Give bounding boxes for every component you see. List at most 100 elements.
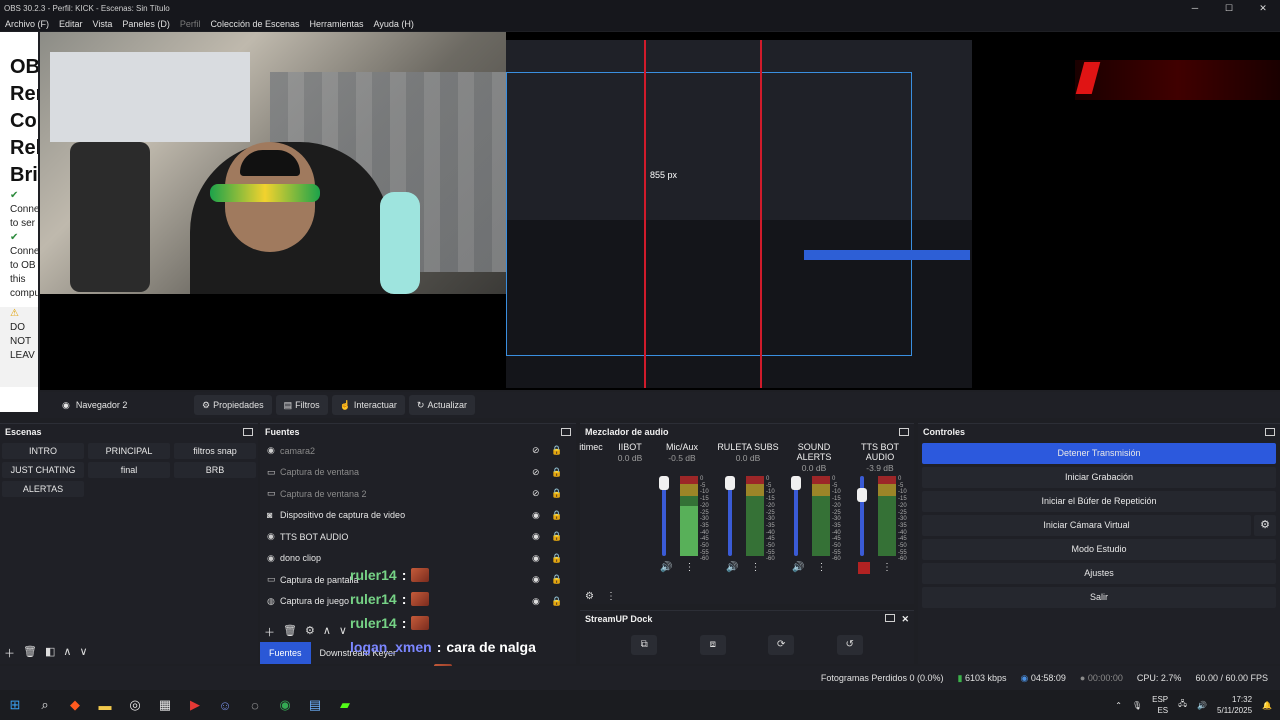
start-replay-buffer-button[interactable]: Iniciar el Búfer de Repetición xyxy=(922,491,1276,512)
mixer-menu-icon[interactable]: ⋮ xyxy=(606,591,616,602)
source-item[interactable]: ▭ Captura de ventana 2 ⊘ 🔒 xyxy=(260,483,576,505)
lock-icon[interactable]: 🔒 xyxy=(551,531,562,542)
float-dock-icon[interactable] xyxy=(899,428,909,436)
stop-stream-button[interactable]: Detener Transmisión xyxy=(922,443,1276,464)
close-icon[interactable]: ✕ xyxy=(901,614,909,625)
menu-paneles[interactable]: Paneles (D) xyxy=(117,19,175,29)
clock[interactable]: 17:32 5/11/2025 xyxy=(1217,694,1252,716)
move-down-icon[interactable]: ∨ xyxy=(339,624,347,640)
start-recording-button[interactable]: Iniciar Grabación xyxy=(922,467,1276,488)
speaker-icon[interactable]: 🔊 xyxy=(726,562,738,573)
float-dock-icon[interactable] xyxy=(561,428,571,436)
fader-knob[interactable] xyxy=(857,488,867,502)
lock-icon[interactable]: 🔒 xyxy=(551,574,562,585)
menu-ayuda[interactable]: Ayuda (H) xyxy=(369,19,419,29)
settings-button[interactable]: Ajustes xyxy=(922,563,1276,584)
obs-icon[interactable]: ◎ xyxy=(120,690,150,720)
scene-final[interactable]: final xyxy=(88,462,170,478)
lock-icon[interactable]: 🔒 xyxy=(551,488,562,499)
move-down-icon[interactable]: ∨ xyxy=(79,645,87,661)
scene-intro[interactable]: INTRO xyxy=(2,443,84,459)
minimize-button[interactable]: ─ xyxy=(1178,0,1212,16)
exit-button[interactable]: Salir xyxy=(922,587,1276,608)
speaker-icon[interactable]: 🔊 xyxy=(792,562,804,573)
fader-knob[interactable] xyxy=(725,476,735,490)
channel-menu-icon[interactable]: ⋮ xyxy=(816,562,826,573)
notifications-icon[interactable]: 🔔 xyxy=(1262,701,1272,710)
muted-speaker-icon[interactable] xyxy=(858,562,870,574)
menu-perfil[interactable]: Perfil xyxy=(175,19,206,29)
channel-menu-icon[interactable]: ⋮ xyxy=(882,562,892,574)
fader-knob[interactable] xyxy=(659,476,669,490)
brave-icon[interactable]: ◆ xyxy=(60,690,90,720)
network-icon[interactable]: 🖧 xyxy=(1178,698,1187,712)
menu-archivo[interactable]: Archivo (F) xyxy=(0,19,54,29)
eye-hidden-icon[interactable]: ⊘ xyxy=(532,467,540,478)
menu-editar[interactable]: Editar xyxy=(54,19,88,29)
float-dock-icon[interactable] xyxy=(885,613,896,622)
streamup-lock-sources-button[interactable]: ⧉ xyxy=(631,635,658,655)
tab-fuentes[interactable]: Fuentes xyxy=(260,642,311,664)
scene-just-chating[interactable]: JUST CHATING xyxy=(2,462,84,478)
fader-knob[interactable] xyxy=(791,476,801,490)
refresh-button[interactable]: ↻ Actualizar xyxy=(408,395,475,415)
start-virtual-camera-button[interactable]: Iniciar Cámara Virtual xyxy=(922,515,1251,536)
maximize-button[interactable]: ☐ xyxy=(1212,0,1246,16)
lock-icon[interactable]: 🔒 xyxy=(551,445,562,456)
lock-icon[interactable]: 🔒 xyxy=(551,467,562,478)
app-icon[interactable]: ◌ xyxy=(240,690,270,720)
trash-icon[interactable]: 🗑 xyxy=(23,645,37,661)
scene-filtros-snap[interactable]: filtros snap xyxy=(174,443,256,459)
chrome-icon[interactable]: ◉ xyxy=(270,690,300,720)
app-red-icon[interactable]: ▶ xyxy=(180,690,210,720)
menu-vista[interactable]: Vista xyxy=(88,19,118,29)
add-icon[interactable]: ＋ xyxy=(4,645,15,661)
lock-icon[interactable]: 🔒 xyxy=(551,510,562,521)
lock-icon[interactable]: 🔒 xyxy=(551,553,562,564)
scene-brb[interactable]: BRB xyxy=(174,462,256,478)
kick-icon[interactable]: ▰ xyxy=(330,690,360,720)
file-explorer-icon[interactable]: ▬ xyxy=(90,690,120,720)
streamup-lock-all-button[interactable]: ⧈ xyxy=(699,635,726,655)
source-item[interactable]: ▭ Captura de ventana ⊘ 🔒 xyxy=(260,462,576,484)
studio-mode-button[interactable]: Modo Estudio xyxy=(922,539,1276,560)
volume-icon[interactable]: 🔊 xyxy=(1197,701,1207,710)
move-up-icon[interactable]: ∧ xyxy=(63,645,71,661)
eye-hidden-icon[interactable]: ⊘ xyxy=(532,445,540,456)
virtual-camera-settings-icon[interactable]: ⚙ xyxy=(1254,515,1276,536)
channel-menu-icon[interactable]: ⋮ xyxy=(750,562,760,573)
microphone-icon[interactable]: 🎙 xyxy=(1132,701,1142,710)
source-item[interactable]: ◙ Dispositivo de captura de video ◉ 🔒 xyxy=(260,505,576,527)
float-dock-icon[interactable] xyxy=(1265,428,1275,436)
interact-button[interactable]: ☝ Interactuar xyxy=(331,395,405,415)
notepad-icon[interactable]: ▤ xyxy=(300,690,330,720)
trash-icon[interactable]: 🗑 xyxy=(283,624,297,640)
chevron-up-icon[interactable]: ⌃ xyxy=(1115,701,1122,710)
speaker-icon[interactable]: 🔊 xyxy=(660,562,672,573)
menu-herramientas[interactable]: Herramientas xyxy=(305,19,369,29)
source-item[interactable]: ◉ TTS BOT AUDIO ◉ 🔒 xyxy=(260,526,576,548)
channel-menu-icon[interactable]: ⋮ xyxy=(684,562,694,573)
float-dock-icon[interactable] xyxy=(243,428,253,436)
close-button[interactable]: ✕ xyxy=(1246,0,1280,16)
search-icon[interactable]: ⌕ xyxy=(30,690,60,720)
streamup-refresh-browser-button[interactable]: ↺ xyxy=(836,635,863,655)
lock-icon[interactable]: 🔒 xyxy=(551,596,562,607)
discord-icon[interactable]: ☺ xyxy=(210,690,240,720)
move-up-icon[interactable]: ∧ xyxy=(323,624,331,640)
advanced-audio-icon[interactable]: ⚙ xyxy=(585,591,594,602)
add-icon[interactable]: ＋ xyxy=(264,624,275,640)
eye-icon[interactable]: ◉ xyxy=(532,510,540,521)
gear-icon[interactable]: ⚙ xyxy=(305,624,315,640)
scene-principal[interactable]: PRINCIPAL xyxy=(88,443,170,459)
filter-icon[interactable]: ◧ xyxy=(45,645,55,661)
language-indicator[interactable]: ESP ES xyxy=(1152,694,1168,716)
scene-alertas[interactable]: ALERTAS xyxy=(2,481,84,497)
source-item[interactable]: ◉ camara2 ⊘ 🔒 xyxy=(260,440,576,462)
properties-button[interactable]: ⚙ Propiedades xyxy=(194,395,272,415)
menu-coleccion-escenas[interactable]: Colección de Escenas xyxy=(205,19,304,29)
app-icon[interactable]: ▦ xyxy=(150,690,180,720)
windows-start-icon[interactable]: ⊞ xyxy=(0,690,30,720)
eye-hidden-icon[interactable]: ⊘ xyxy=(532,488,540,499)
eye-icon[interactable]: ◉ xyxy=(532,531,540,542)
